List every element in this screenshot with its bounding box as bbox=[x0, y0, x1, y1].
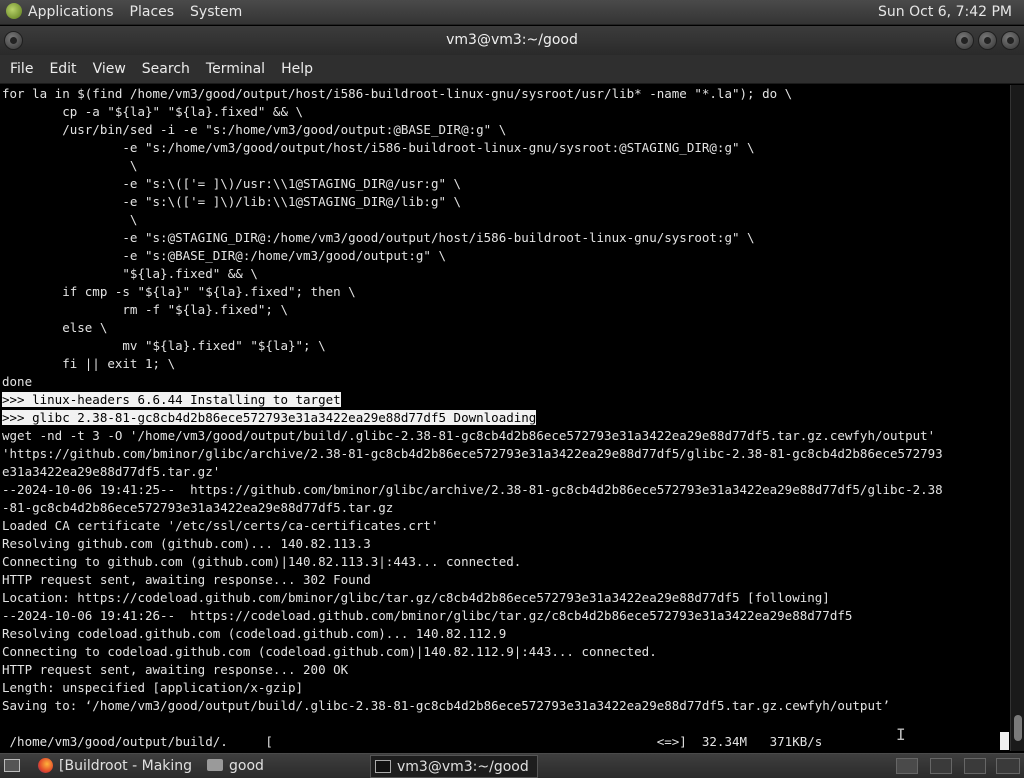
terminal-line: Resolving codeload.github.com (codeload.… bbox=[2, 626, 507, 641]
terminal-line: Resolving github.com (github.com)... 140… bbox=[2, 536, 371, 551]
terminal-line: Length: unspecified [application/x-gzip] bbox=[2, 680, 304, 695]
task-label: good bbox=[229, 758, 264, 774]
terminal-line: mv "${la}.fixed" "${la}"; \ bbox=[2, 338, 326, 353]
terminal-line: Connecting to github.com (github.com)|14… bbox=[2, 554, 522, 569]
task-label: [Buildroot - Making ... bbox=[59, 758, 198, 774]
terminal-line: e31a3422ea29e88d77df5.tar.gz' bbox=[2, 464, 221, 479]
terminal-line: \ bbox=[2, 158, 138, 173]
workspace-switcher-icon[interactable] bbox=[896, 758, 918, 774]
minimize-icon[interactable] bbox=[955, 31, 974, 50]
window-menu-icon[interactable] bbox=[4, 31, 23, 50]
clock[interactable]: Sun Oct 6, 7:42 PM bbox=[870, 0, 1020, 25]
terminal-line: HTTP request sent, awaiting response... … bbox=[2, 572, 371, 587]
terminal-line: /usr/bin/sed -i -e "s:/home/vm3/good/out… bbox=[2, 122, 507, 137]
terminal-cursor bbox=[1000, 732, 1009, 750]
window-title-bar[interactable]: vm3@vm3:~/good bbox=[0, 26, 1024, 55]
terminal-line: else \ bbox=[2, 320, 108, 335]
terminal-line: done bbox=[2, 374, 33, 389]
task-terminal[interactable]: vm3@vm3:~/good bbox=[370, 755, 538, 778]
terminal-line: 'https://github.com/bminor/glibc/archive… bbox=[2, 446, 943, 461]
terminal-line: HTTP request sent, awaiting response... … bbox=[2, 662, 349, 677]
download-progress-line: /home/vm3/good/output/build/. [ <=>] 32.… bbox=[2, 734, 823, 749]
menu-search[interactable]: Search bbox=[134, 61, 198, 77]
terminal-line: -e "s:@BASE_DIR@:/home/vm3/good/output:g… bbox=[2, 248, 447, 263]
terminal-line: -e "s:@STAGING_DIR@:/home/vm3/good/outpu… bbox=[2, 230, 755, 245]
terminal-line: -e "s:\(['= ]\)/lib:\\1@STAGING_DIR@/lib… bbox=[2, 194, 462, 209]
terminal-line: cp -a "${la}" "${la}.fixed" && \ bbox=[2, 104, 304, 119]
terminal-icon bbox=[375, 759, 391, 773]
menu-file[interactable]: File bbox=[2, 61, 41, 77]
bottom-taskbar: [Buildroot - Making ... good vm3@vm3:~/g… bbox=[0, 753, 1024, 778]
menu-bar: File Edit View Search Terminal Help bbox=[0, 55, 1024, 84]
terminal-line: wget -nd -t 3 -O '/home/vm3/good/output/… bbox=[2, 428, 936, 443]
workspace-3-icon[interactable] bbox=[964, 758, 986, 774]
terminal-line: -e "s:\(['= ]\)/usr:\\1@STAGING_DIR@/usr… bbox=[2, 176, 462, 191]
terminal-line: if cmp -s "${la}" "${la}.fixed"; then \ bbox=[2, 284, 356, 299]
terminal-line: >>> linux-headers 6.6.44 Installing to t… bbox=[0, 391, 1010, 409]
window-title: vm3@vm3:~/good bbox=[446, 32, 578, 48]
menu-help[interactable]: Help bbox=[273, 61, 321, 77]
task-firefox[interactable]: [Buildroot - Making ... bbox=[34, 755, 198, 778]
terminal-lines: for la in $(find /home/vm3/good/output/h… bbox=[0, 85, 1010, 715]
terminal-line: fi || exit 1; \ bbox=[2, 356, 176, 371]
show-desktop-icon[interactable] bbox=[4, 759, 20, 772]
scrollbar-thumb[interactable] bbox=[1014, 714, 1022, 742]
top-panel: Applications Places System Sun Oct 6, 7:… bbox=[0, 0, 1024, 25]
firefox-icon bbox=[38, 757, 53, 773]
terminal-line: Saving to: ‘/home/vm3/good/output/build/… bbox=[2, 698, 891, 713]
highlighted-text: >>> linux-headers 6.6.44 Installing to t… bbox=[2, 392, 341, 407]
folder-icon bbox=[207, 759, 223, 771]
terminal-line: Loaded CA certificate '/etc/ssl/certs/ca… bbox=[2, 518, 439, 533]
places-menu[interactable]: Places bbox=[122, 0, 183, 25]
gnome-foot-icon[interactable] bbox=[6, 3, 22, 19]
terminal-line: Connecting to codeload.github.com (codel… bbox=[2, 644, 657, 659]
highlighted-text: >>> glibc 2.38-81-gc8cb4d2b86ece572793e3… bbox=[2, 410, 537, 425]
terminal-line: for la in $(find /home/vm3/good/output/h… bbox=[2, 86, 793, 101]
terminal-line: >>> glibc 2.38-81-gc8cb4d2b86ece572793e3… bbox=[0, 409, 1010, 427]
terminal-line: --2024-10-06 19:41:25-- https://github.c… bbox=[2, 482, 943, 497]
applications-menu[interactable]: Applications bbox=[26, 0, 122, 25]
menu-edit[interactable]: Edit bbox=[41, 61, 84, 77]
menu-terminal[interactable]: Terminal bbox=[198, 61, 273, 77]
workspace-4-icon[interactable] bbox=[996, 758, 1020, 774]
workspace-2-icon[interactable] bbox=[930, 758, 952, 774]
terminal-line: -81-gc8cb4d2b86ece572793e31a3422ea29e88d… bbox=[2, 500, 394, 515]
maximize-icon[interactable] bbox=[978, 31, 997, 50]
terminal-line: "${la}.fixed" && \ bbox=[2, 266, 258, 281]
terminal-output[interactable]: for la in $(find /home/vm3/good/output/h… bbox=[0, 85, 1010, 751]
terminal-scrollbar[interactable] bbox=[1010, 85, 1024, 751]
close-icon[interactable] bbox=[1001, 31, 1020, 50]
terminal-line: Location: https://codeload.github.com/bm… bbox=[2, 590, 830, 605]
terminal-line: \ bbox=[2, 212, 138, 227]
task-file-manager[interactable]: good bbox=[203, 755, 363, 778]
ibeam-cursor-icon: I bbox=[896, 725, 906, 744]
system-menu[interactable]: System bbox=[182, 0, 250, 25]
task-label: vm3@vm3:~/good bbox=[397, 759, 529, 775]
terminal-line: --2024-10-06 19:41:26-- https://codeload… bbox=[2, 608, 853, 623]
terminal-line: -e "s:/home/vm3/good/output/host/i586-bu… bbox=[2, 140, 755, 155]
menu-view[interactable]: View bbox=[85, 61, 134, 77]
terminal-line: rm -f "${la}.fixed"; \ bbox=[2, 302, 288, 317]
